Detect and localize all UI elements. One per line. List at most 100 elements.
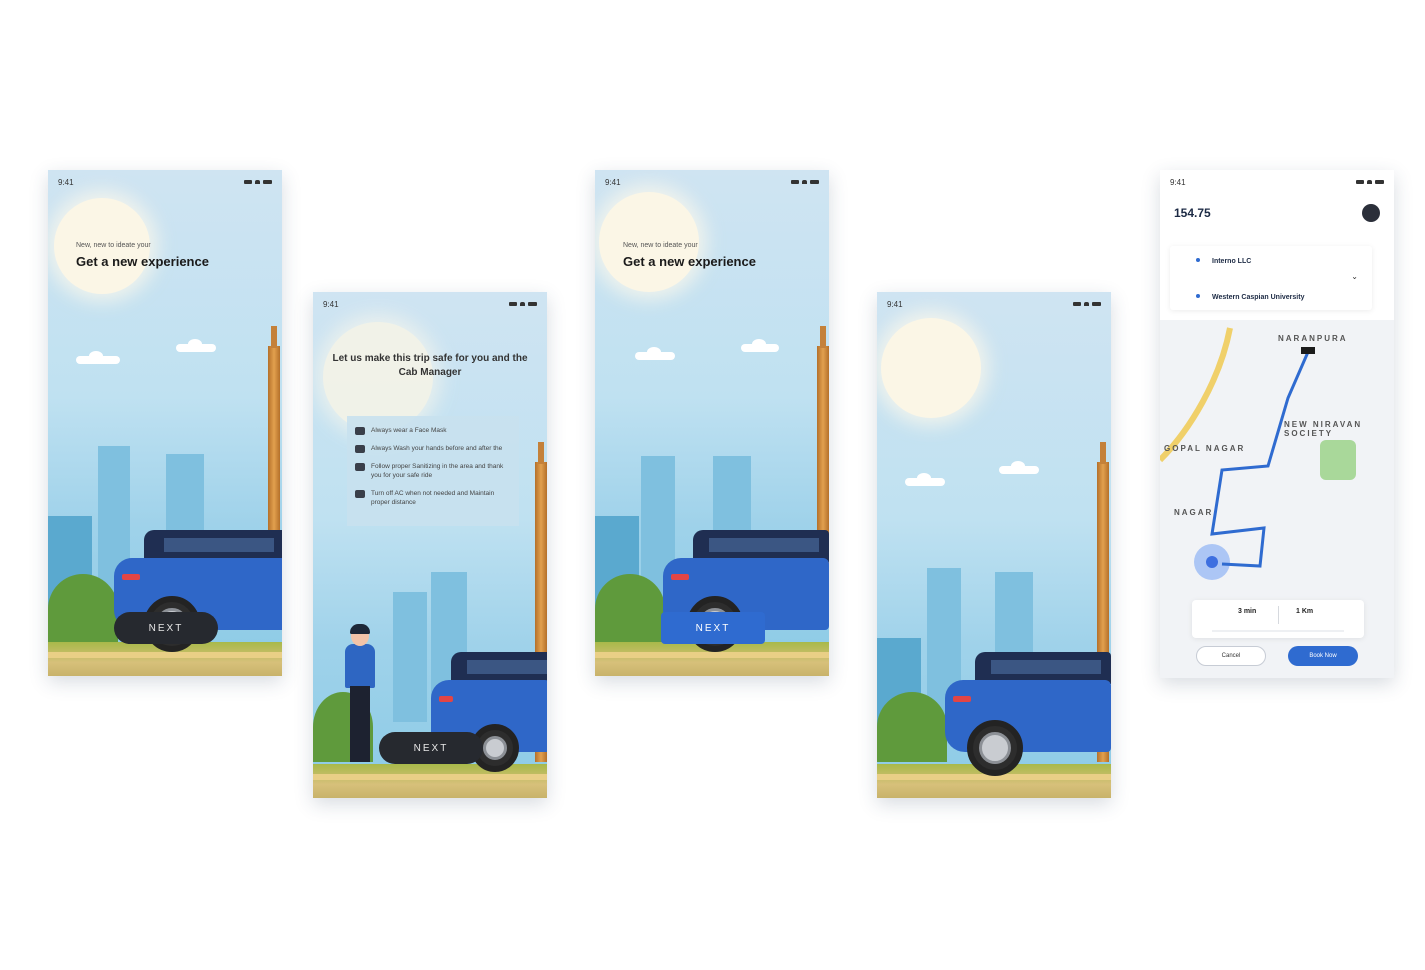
wifi-icon bbox=[255, 180, 260, 184]
map-label: GOPAL NAGAR bbox=[1164, 444, 1246, 453]
car-wheel bbox=[967, 720, 1023, 776]
cancel-button[interactable]: Cancel bbox=[1196, 646, 1266, 666]
feature-text: Follow proper Sanitizing in the area and… bbox=[371, 463, 504, 479]
car-window bbox=[164, 538, 274, 552]
next-button[interactable]: NEXT bbox=[379, 732, 483, 764]
fare-amount: 154.75 bbox=[1174, 206, 1211, 220]
car-illustration bbox=[945, 652, 1111, 782]
car-light bbox=[439, 696, 453, 702]
page-subtitle: New, new to ideate your bbox=[76, 242, 151, 249]
status-bar: 9:41 bbox=[877, 292, 1111, 316]
highway-road bbox=[1160, 327, 1233, 463]
chevron-down-icon[interactable]: ⌄ bbox=[1351, 272, 1358, 281]
destination-dot-icon bbox=[1196, 294, 1200, 298]
signal-icon bbox=[244, 180, 252, 184]
bush bbox=[48, 574, 118, 644]
battery-icon bbox=[1375, 180, 1384, 184]
distance-icon bbox=[355, 445, 365, 453]
status-bar: 9:41 bbox=[595, 170, 829, 194]
status-time: 9:41 bbox=[1170, 177, 1186, 187]
safety-feature-list: Always wear a Face Mask Always Wash your… bbox=[347, 416, 519, 526]
status-time: 9:41 bbox=[58, 177, 74, 187]
onboarding-screen-4: 9:41 bbox=[877, 292, 1111, 798]
destination-location: Western Caspian University bbox=[1212, 294, 1305, 301]
route-card[interactable]: Interno LLC ⌄ Western Caspian University bbox=[1170, 246, 1372, 310]
onboarding-screen-2: 9:41 Let us make this trip safe for you … bbox=[313, 292, 547, 798]
feature-item: Always wear a Face Mask bbox=[355, 426, 511, 435]
car-window bbox=[991, 660, 1101, 674]
onboarding-screen-3: 9:41 New, new to ideate your Get a new e… bbox=[595, 170, 829, 676]
status-icons bbox=[1356, 180, 1384, 184]
onboarding-screen-1: 9:41 New, new to ideate your Get a new e… bbox=[48, 170, 282, 676]
current-location-dot bbox=[1206, 556, 1218, 568]
signal-icon bbox=[1356, 180, 1364, 184]
signal-icon bbox=[509, 302, 517, 306]
trip-distance: 1 Km bbox=[1296, 608, 1314, 615]
page-title: Get a new experience bbox=[76, 254, 209, 269]
feature-text: Always Wash your hands before and after … bbox=[371, 445, 503, 452]
battery-icon bbox=[1092, 302, 1101, 306]
page-title: Get a new experience bbox=[623, 254, 756, 269]
car-icon bbox=[355, 490, 365, 498]
bush bbox=[877, 692, 947, 762]
info-card-footer bbox=[1212, 630, 1344, 632]
route-path bbox=[1210, 351, 1310, 568]
person-legs bbox=[350, 686, 370, 762]
status-time: 9:41 bbox=[887, 299, 903, 309]
next-button[interactable]: NEXT bbox=[114, 612, 218, 644]
feature-item: Follow proper Sanitizing in the area and… bbox=[355, 462, 511, 480]
divider bbox=[1278, 606, 1279, 624]
cloud bbox=[999, 461, 1039, 474]
wifi-icon bbox=[802, 180, 807, 184]
feature-text: Turn off AC when not needed and Maintain… bbox=[371, 490, 495, 506]
status-bar: 9:41 bbox=[1160, 170, 1394, 194]
battery-icon bbox=[810, 180, 819, 184]
signal-icon bbox=[791, 180, 799, 184]
status-bar: 9:41 bbox=[313, 292, 547, 316]
booking-map-screen: 9:41 154.75 Interno LLC ⌄ Western Caspia… bbox=[1160, 170, 1394, 678]
car-light bbox=[953, 696, 971, 702]
status-icons bbox=[1073, 302, 1101, 306]
feature-item: Always Wash your hands before and after … bbox=[355, 444, 511, 453]
car-window bbox=[709, 538, 819, 552]
safety-title: Let us make this trip safe for you and t… bbox=[332, 353, 528, 378]
person-hair bbox=[350, 624, 370, 634]
wifi-icon bbox=[1367, 180, 1372, 184]
wifi-icon bbox=[1084, 302, 1089, 306]
signal-icon bbox=[1073, 302, 1081, 306]
map-label: NARANPURA bbox=[1278, 334, 1348, 343]
status-icons bbox=[509, 302, 537, 306]
next-button[interactable]: NEXT bbox=[661, 612, 765, 644]
map-label: NAGAR bbox=[1174, 508, 1214, 517]
profile-avatar[interactable] bbox=[1362, 204, 1380, 222]
car-marker-icon bbox=[1301, 347, 1315, 354]
status-time: 9:41 bbox=[323, 299, 339, 309]
pickup-dot-icon bbox=[1196, 258, 1200, 262]
pickup-location: Interno LLC bbox=[1212, 258, 1252, 265]
battery-icon bbox=[263, 180, 272, 184]
sun-illustration bbox=[881, 318, 981, 418]
booking-header: 9:41 154.75 Interno LLC ⌄ Western Caspia… bbox=[1160, 170, 1394, 320]
cloud bbox=[741, 339, 779, 352]
building bbox=[393, 592, 427, 722]
trip-time: 3 min bbox=[1238, 608, 1257, 615]
book-now-button[interactable]: Book Now bbox=[1288, 646, 1358, 666]
sanitize-icon bbox=[355, 463, 365, 471]
bush bbox=[595, 574, 665, 644]
wifi-icon bbox=[520, 302, 525, 306]
mask-icon bbox=[355, 427, 365, 435]
status-bar: 9:41 bbox=[48, 170, 282, 194]
person-illustration bbox=[345, 624, 375, 766]
status-icons bbox=[244, 180, 272, 184]
cloud bbox=[635, 347, 675, 360]
feature-text: Always wear a Face Mask bbox=[371, 427, 447, 434]
park-area bbox=[1320, 440, 1356, 480]
page-subtitle: New, new to ideate your bbox=[623, 242, 698, 249]
status-icons bbox=[791, 180, 819, 184]
cloud bbox=[905, 473, 945, 486]
person-torso bbox=[345, 644, 375, 688]
car-window bbox=[467, 660, 547, 674]
car-light bbox=[122, 574, 140, 580]
cloud bbox=[176, 339, 216, 352]
feature-item: Turn off AC when not needed and Maintain… bbox=[355, 489, 511, 507]
